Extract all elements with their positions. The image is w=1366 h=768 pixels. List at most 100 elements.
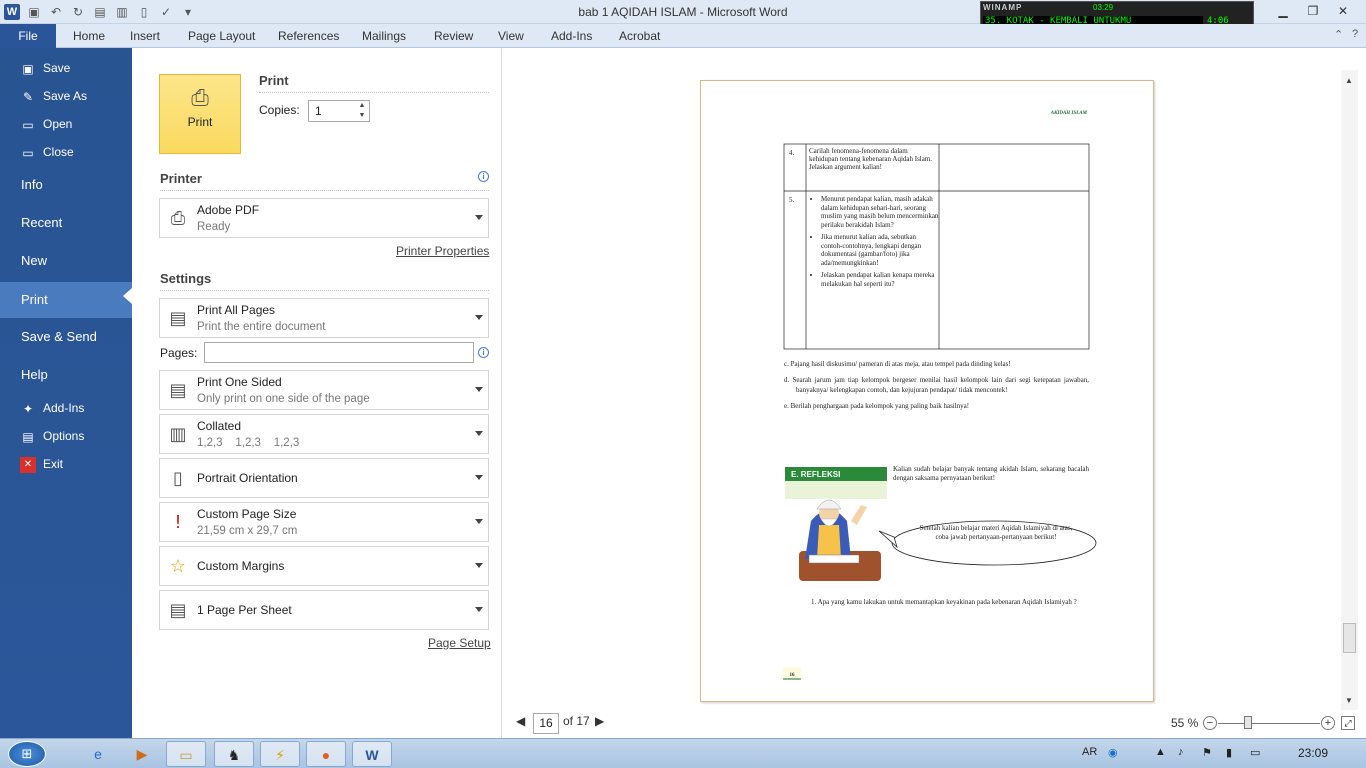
page-setup-link[interactable]: Page Setup [428, 636, 491, 650]
zoom-in-icon[interactable]: + [1321, 716, 1335, 730]
copies-stepper[interactable]: 1 ▲ ▼ [308, 100, 370, 122]
refleksi-intro-text: Kalian sudah belajar banyak tentang akid… [893, 465, 1089, 482]
divider [160, 190, 489, 191]
zoom-level[interactable]: 55 % [1171, 716, 1198, 730]
margins-dropdown[interactable]: ☆ Custom Margins [159, 546, 489, 586]
display-icon[interactable]: ▭ [1250, 746, 1260, 759]
help-icon[interactable]: ? [1352, 28, 1358, 40]
page-number-input[interactable]: 16 [533, 713, 559, 734]
collation-dropdown[interactable]: ▥ Collated 1,2,3 1,2,3 1,2,3 [159, 414, 489, 454]
zoom-out-icon[interactable]: − [1203, 716, 1217, 730]
tab-home[interactable]: Home [73, 24, 105, 48]
backstage-print[interactable]: Print [0, 282, 132, 318]
print-button-label: Print [187, 115, 213, 129]
zoom-to-page-icon[interactable]: ⤢ [1341, 716, 1355, 730]
internet-explorer-icon[interactable]: e [78, 741, 118, 767]
action-center-icon[interactable]: ⚑ [1202, 746, 1212, 759]
word-taskbar-icon[interactable]: W [352, 741, 392, 767]
settings-heading: Settings [160, 271, 212, 286]
backstage-add-ins[interactable]: ✦ Add-Ins [0, 395, 132, 421]
prev-page-icon[interactable]: ◀ [516, 714, 525, 728]
backstage-open[interactable]: ▭ Open [0, 111, 132, 137]
refleksi-title: E. REFLEKSI [791, 470, 840, 479]
pages-input[interactable] [204, 342, 474, 363]
minimize-ribbon-icon[interactable]: ⌃ [1334, 28, 1343, 41]
backstage-save-send[interactable]: Save & Send [0, 323, 132, 351]
q5-bullet-c: Jelaskan pendapat kalian kenapa mereka m… [821, 271, 939, 288]
print-button[interactable]: ⎙ Print [159, 74, 241, 154]
backstage-help[interactable]: Help [0, 361, 132, 389]
orientation-dropdown[interactable]: ▯ Portrait Orientation [159, 458, 489, 498]
backstage-info[interactable]: Info [0, 171, 132, 199]
backstage-save[interactable]: ▣ Save [0, 55, 132, 81]
backstage-save-as[interactable]: ✎ Save As [0, 83, 132, 109]
page-size-sub: 21,59 cm x 29,7 cm [197, 525, 298, 537]
tab-page-layout[interactable]: Page Layout [188, 24, 255, 48]
q4-text: Carilah fenomena-fenomena dalam kehidupa… [809, 147, 933, 171]
one-sided-icon: ▤ [169, 380, 187, 400]
backstage-options[interactable]: ▤ Options [0, 423, 132, 449]
backstage-open-label: Open [43, 117, 73, 131]
pages-per-sheet-dropdown[interactable]: ▤ 1 Page Per Sheet [159, 590, 489, 630]
print-panel: ⎙ Print Print Copies: 1 ▲ ▼ Printer i ⎙ A… [132, 48, 502, 738]
scroll-up-icon[interactable]: ▲ [1345, 76, 1353, 85]
network-icon[interactable]: ◉ [1108, 746, 1118, 759]
pages-info-icon[interactable]: i [478, 347, 489, 358]
minimize-icon[interactable]: ▁ [1268, 0, 1298, 22]
pages-per-sheet-title: 1 Page Per Sheet [197, 603, 292, 617]
backstage-save-as-label: Save As [43, 89, 88, 103]
chess-icon[interactable]: ♞ [214, 741, 254, 767]
preview-scrollbar[interactable]: ▲ ▼ [1341, 70, 1358, 710]
backstage-save-label: Save [43, 61, 71, 75]
winamp-taskbar-icon[interactable]: ⚡ [260, 741, 300, 767]
backstage-close[interactable]: ▭ Close [0, 139, 132, 165]
pages-icon: ▤ [169, 308, 187, 328]
tab-add-ins[interactable]: Add-Ins [551, 24, 592, 48]
printer-dropdown[interactable]: ⎙ Adobe PDF Ready [159, 198, 489, 238]
refleksi-intro: Kalian sudah belajar banyak tentang akid… [893, 465, 1089, 482]
tab-review[interactable]: Review [434, 24, 473, 48]
chevron-down-icon [475, 563, 483, 568]
printer-ready-icon: ⎙ [170, 208, 186, 228]
tab-view[interactable]: View [498, 24, 524, 48]
close-icon[interactable]: ✕ [1328, 0, 1358, 22]
power-icon[interactable]: ▮ [1226, 746, 1232, 759]
page-content: .pt{font-family:"Liberation Serif",serif… [701, 81, 1155, 703]
backstage-recent[interactable]: Recent [0, 209, 132, 237]
print-heading: Print [259, 73, 289, 88]
language-indicator[interactable]: AR [1082, 746, 1097, 758]
firefox-icon[interactable]: ● [306, 741, 346, 767]
chevron-down-icon [475, 475, 483, 480]
stepper-arrows-icon[interactable]: ▲ ▼ [355, 101, 369, 121]
next-page-icon[interactable]: ▶ [595, 714, 604, 728]
page-size-dropdown[interactable]: ! Custom Page Size 21,59 cm x 29,7 cm [159, 502, 489, 542]
q5-number: 5. [789, 196, 795, 204]
tab-file[interactable]: File [0, 24, 56, 48]
tab-mailings[interactable]: Mailings [362, 24, 406, 48]
q4-text-content: Carilah fenomena-fenomena dalam kehidupa… [809, 147, 933, 171]
tab-references[interactable]: References [278, 24, 339, 48]
tab-acrobat[interactable]: Acrobat [619, 24, 660, 48]
printer-properties-link[interactable]: Printer Properties [396, 244, 489, 258]
start-icon[interactable]: ⊞ [8, 741, 46, 767]
zoom-slider-track[interactable] [1218, 723, 1320, 724]
scroll-down-icon[interactable]: ▼ [1345, 696, 1353, 705]
show-hidden-icons-icon[interactable]: ▲ [1155, 746, 1166, 758]
tab-insert[interactable]: Insert [130, 24, 160, 48]
volume-icon[interactable]: ♪ [1178, 746, 1184, 758]
backstage-exit[interactable]: ✕ Exit [0, 451, 132, 477]
custom-margins-icon: ☆ [169, 556, 187, 576]
restore-icon[interactable]: ❐ [1298, 0, 1328, 22]
sides-dropdown[interactable]: ▤ Print One Sided Only print on one side… [159, 370, 489, 410]
pages-label: Pages: [160, 346, 198, 360]
backstage-new[interactable]: New [0, 247, 132, 275]
printer-info-icon[interactable]: i [478, 171, 489, 182]
clock[interactable]: 23:09 [1298, 746, 1328, 760]
media-player-icon[interactable]: ▶ [122, 741, 162, 767]
zoom-slider-knob[interactable] [1244, 716, 1252, 729]
explorer-icon[interactable]: ▭ [166, 741, 206, 767]
page-size-title: Custom Page Size [197, 507, 297, 521]
scrollbar-thumb[interactable] [1343, 623, 1356, 653]
print-range-dropdown[interactable]: ▤ Print All Pages Print the entire docum… [159, 298, 489, 338]
save-icon: ▣ [22, 62, 34, 76]
